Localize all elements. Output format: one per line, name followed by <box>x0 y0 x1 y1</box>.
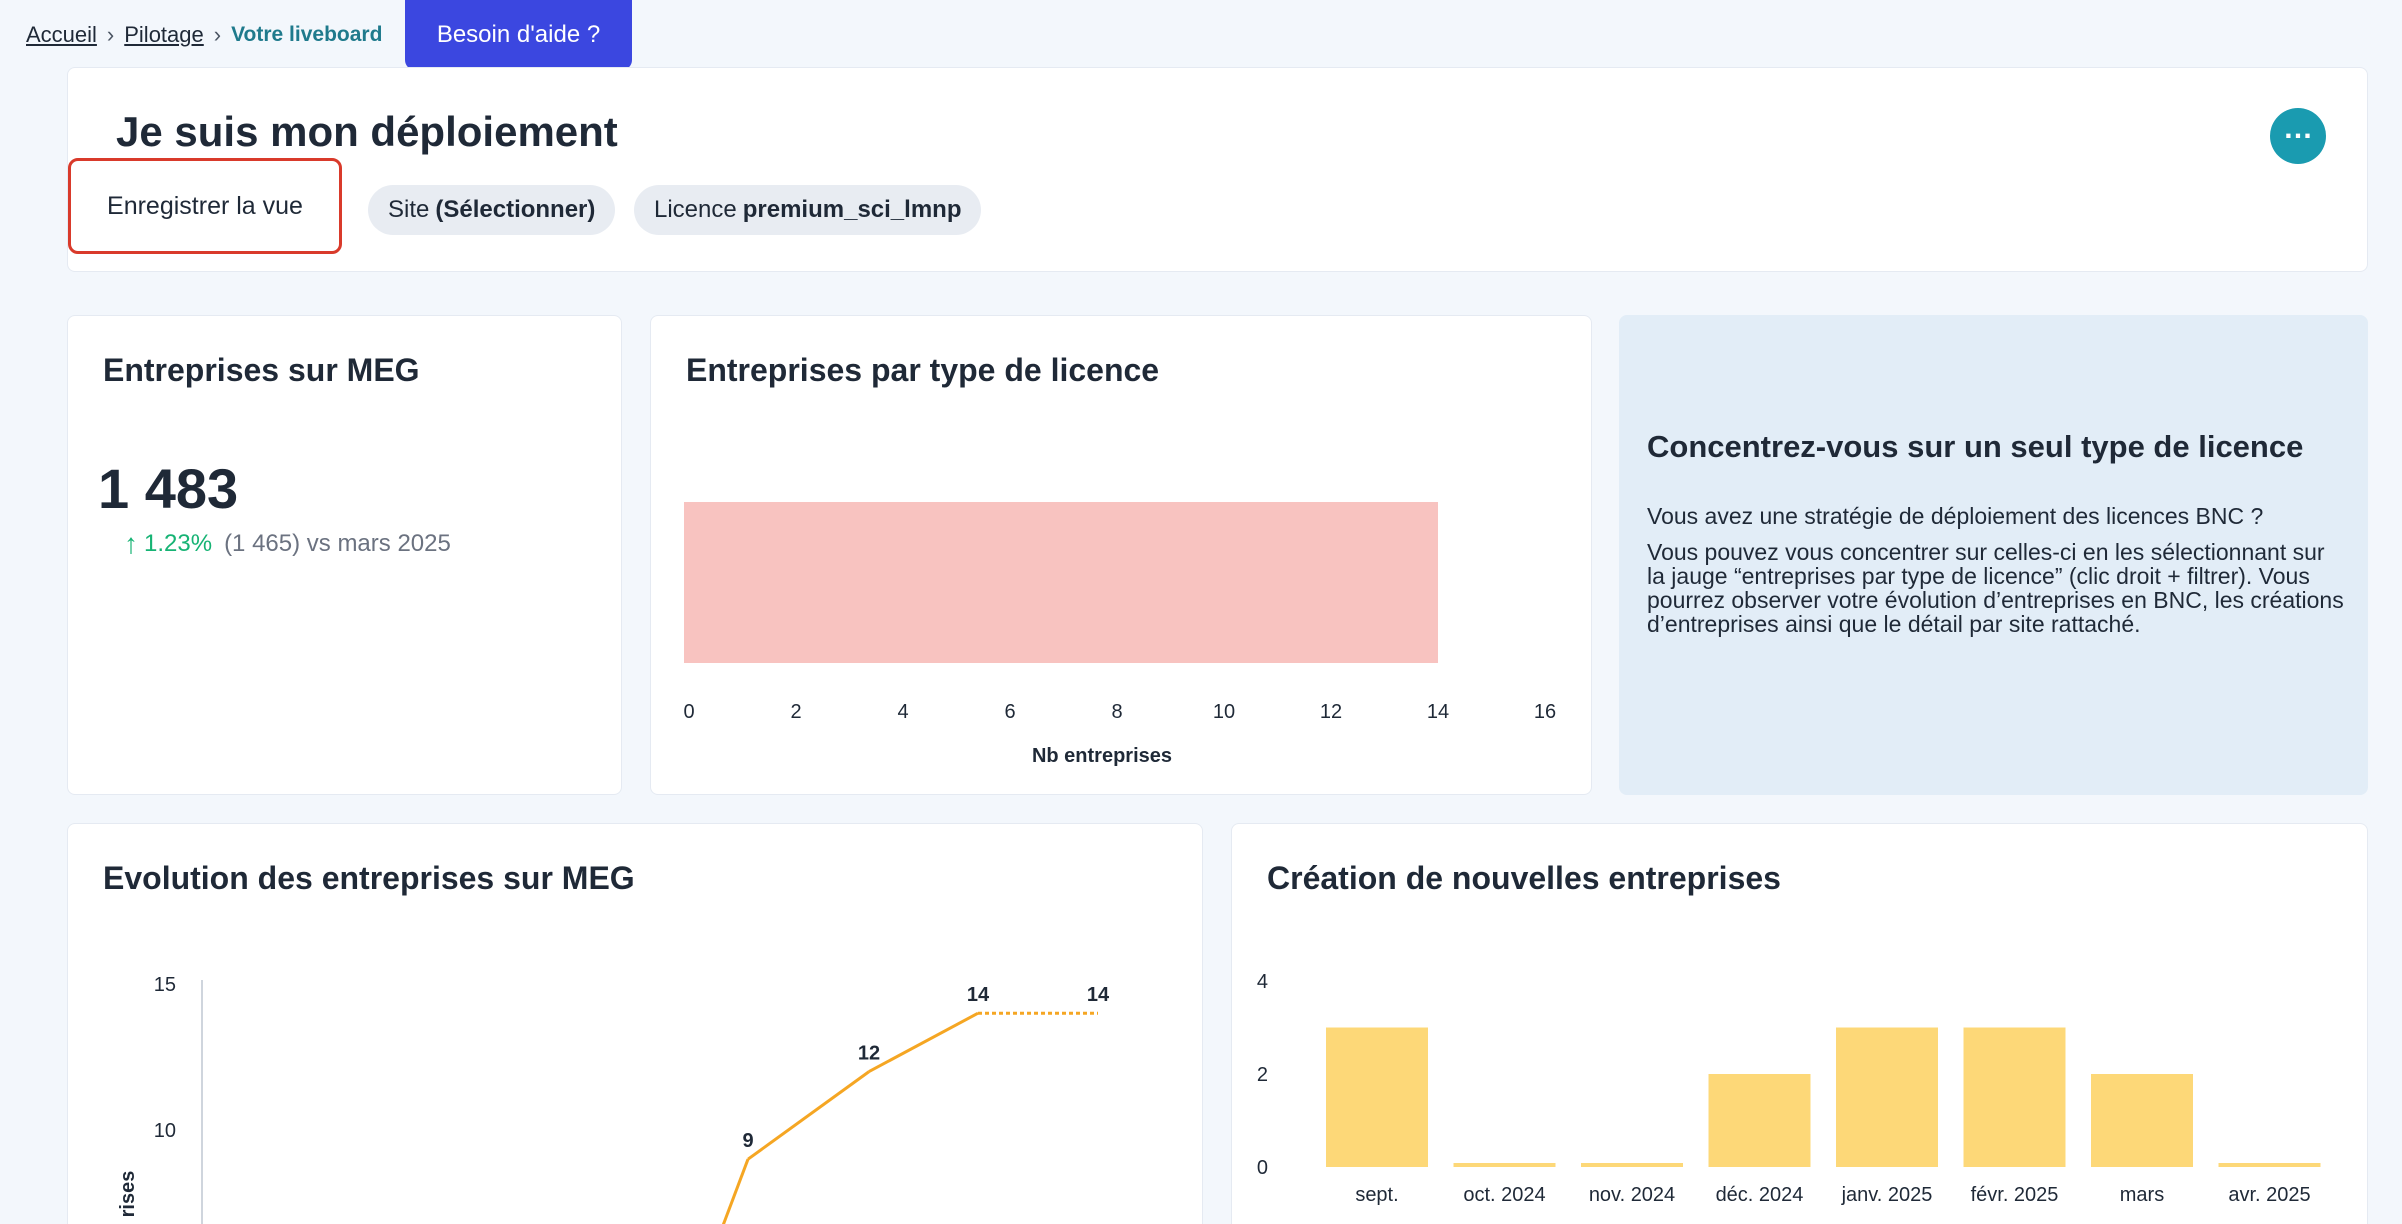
kpi-card: Entreprises sur MEG 1 483 ↑ 1.23% (1 465… <box>67 315 622 795</box>
bar <box>2091 1074 2193 1167</box>
data-label: 12 <box>858 1043 880 1065</box>
chevron-right-icon: › <box>213 22 222 47</box>
info-card: Concentrez-vous sur un seul type de lice… <box>1619 315 2368 795</box>
x-tick-label: 8 <box>1111 701 1122 723</box>
y-tick-label: 15 <box>154 974 176 996</box>
x-tick-label: 14 <box>1427 701 1449 723</box>
licence-chart-card: Entreprises par type de licence 0 2 4 6 8 10 1… <box>650 315 1592 795</box>
x-tick-label: 6 <box>1004 701 1015 723</box>
y-axis-label: rises <box>117 1171 139 1218</box>
series-line <box>747 1070 870 1161</box>
x-tick-label: 12 <box>1320 701 1342 723</box>
liveboard-header: Je suis mon déploiement Enregistrer la v… <box>67 67 2368 272</box>
x-tick-label: déc. 2024 <box>1716 1184 1804 1206</box>
bar <box>1581 1163 1683 1167</box>
x-tick-label: nov. 2024 <box>1589 1184 1675 1206</box>
x-tick-label: 16 <box>1534 701 1556 723</box>
x-tick-label: mars <box>2120 1184 2164 1206</box>
series-line <box>721 1158 750 1224</box>
creation-chart: 4 2 0 sept. oct. 2024 nov. 2024 déc. 2024 janv.… <box>1257 971 2321 1206</box>
ellipsis-icon: … <box>2283 112 2313 145</box>
save-view-button[interactable]: Enregistrer la vue <box>68 158 342 254</box>
bar <box>1963 1027 2066 1167</box>
bar <box>1326 1027 1428 1167</box>
data-label: 14 <box>967 984 990 1006</box>
y-tick-label: 10 <box>154 1120 176 1142</box>
breadcrumb: Accueil › Pilotage › Votre liveboard <box>26 0 382 70</box>
kpi-value: 1 483 <box>98 457 239 520</box>
x-tick-label: sept. <box>1355 1184 1398 1206</box>
filter-label: Licence <box>654 196 737 223</box>
bar <box>1708 1074 1811 1167</box>
x-tick-label: 4 <box>897 701 908 723</box>
bar <box>1453 1163 1556 1167</box>
breadcrumb-pilotage[interactable]: Pilotage <box>124 22 204 48</box>
y-tick-label: 4 <box>1257 971 1268 993</box>
info-title: Concentrez-vous sur un seul type de lice… <box>1647 429 2304 464</box>
bar <box>1836 1027 1938 1167</box>
breadcrumb-current: Votre liveboard <box>231 23 383 46</box>
filter-chip-licence[interactable]: Licence premium_sci_lmnp <box>634 185 982 235</box>
kpi-comparison: (1 465) vs mars 2025 <box>224 530 451 557</box>
evolution-chart: 15 10 rises 9 12 14 14 <box>117 974 1110 1224</box>
series-line <box>868 1011 979 1073</box>
x-tick-label: janv. 2025 <box>1841 1184 1933 1206</box>
x-tick-label: avr. 2025 <box>2228 1184 2310 1206</box>
help-button[interactable]: Besoin d'aide ? <box>405 0 632 70</box>
arrow-up-icon: ↑ <box>124 528 138 559</box>
evolution-chart-card: Evolution des entreprises sur MEG 15 10 ri… <box>67 823 1203 1224</box>
kpi-delta-pct: 1.23% <box>144 530 213 557</box>
x-tick-label: 10 <box>1213 701 1235 723</box>
breadcrumb-home[interactable]: Accueil <box>26 22 97 48</box>
filter-value: premium_sci_lmnp <box>742 196 962 223</box>
x-tick-label: 2 <box>790 701 801 723</box>
bar <box>2218 1163 2321 1167</box>
data-label: 14 <box>1087 984 1110 1006</box>
kpi-title: Entreprises sur MEG <box>103 352 420 388</box>
x-axis-label: Nb entreprises <box>1032 745 1172 767</box>
filter-label: Site <box>388 196 430 223</box>
y-tick-label: 0 <box>1257 1157 1268 1179</box>
x-tick-label: oct. 2024 <box>1463 1184 1545 1206</box>
page-title: Je suis mon déploiement <box>116 108 618 155</box>
licence-bar <box>684 502 1438 663</box>
info-paragraph: Vous pouvez vous concentrer sur celles-c… <box>1647 539 2344 638</box>
creation-chart-card: Création de nouvelles entreprises 4 2 0 sep… <box>1231 823 2368 1224</box>
chevron-right-icon: › <box>106 22 115 47</box>
x-tick-label: févr. 2025 <box>1971 1184 2059 1206</box>
x-tick-label: 0 <box>683 701 694 723</box>
data-label: 9 <box>742 1130 753 1152</box>
licence-chart: 0 2 4 6 8 10 12 14 16 Nb entreprises <box>683 502 1556 767</box>
filter-value: (Sélectionner) <box>435 196 596 223</box>
info-paragraph: Vous avez une stratégie de déploiement d… <box>1647 503 2264 529</box>
filter-chip-site[interactable]: Site (Sélectionner) <box>368 185 616 235</box>
y-tick-label: 2 <box>1257 1064 1268 1086</box>
more-options-button[interactable]: … <box>2270 108 2326 164</box>
kpi-delta: ↑ 1.23% (1 465) vs mars 2025 <box>124 528 451 560</box>
